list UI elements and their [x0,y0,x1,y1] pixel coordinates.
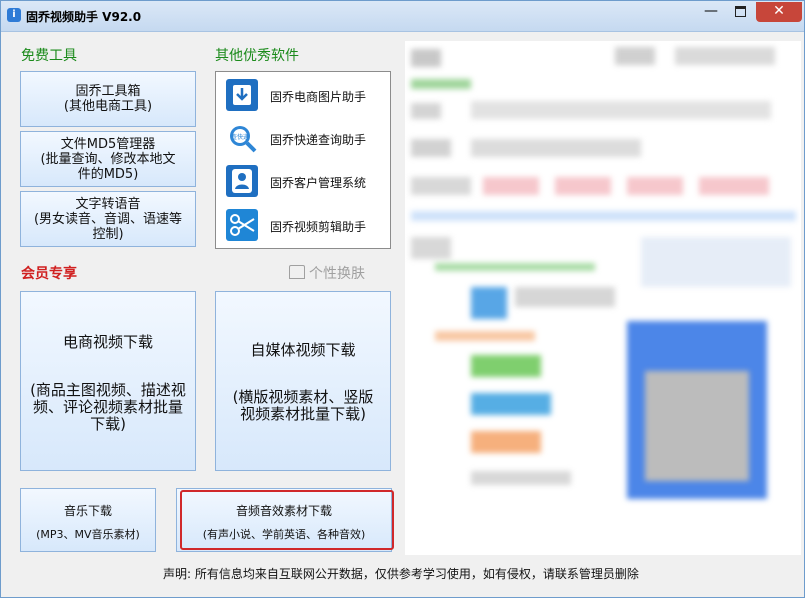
highlight-outline [180,490,394,550]
scissors-icon [226,209,258,241]
software-label: 固乔客户管理系统 [270,176,367,190]
music-download-button[interactable]: 音乐下载 (MP3、MV音乐素材) [20,488,156,552]
toolbox-title: 固乔工具箱 [75,84,141,99]
other-software-heading: 其他优秀软件 [215,48,299,64]
window-title: 固乔视频助手 V92.0 [26,10,142,24]
music-desc: (MP3、MV音乐素材) [36,528,140,541]
ad-panel[interactable] [405,41,801,555]
toolbox-desc: (其他电商工具) [63,99,153,114]
svg-text:查快递: 查快递 [231,133,249,141]
software-item-express-helper[interactable]: 查快递 固乔快递查询助手 [226,122,386,156]
media-title: 自媒体视频下载 [250,341,356,359]
toolbox-button[interactable]: 固乔工具箱 (其他电商工具) [20,71,196,127]
maximize-button[interactable] [725,2,755,22]
maximize-icon [734,6,746,17]
md5-desc: (批量查询、修改本地文件的MD5) [40,151,176,182]
software-label: 固乔电商图片助手 [270,90,367,104]
shirt-icon [289,265,305,279]
software-label: 固乔快递查询助手 [270,133,367,147]
search-express-icon: 查快递 [226,122,258,154]
ecommerce-title: 电商视频下载 [62,333,153,351]
download-icon [226,79,258,111]
media-desc: (横版视频素材、竖版视频素材批量下载) [232,388,374,423]
ecommerce-video-download-button[interactable]: 电商视频下载 (商品主图视频、描述视频、评论视频素材批量下载) [20,291,196,471]
app-window: i 固乔视频助手 V92.0 — ✕ 免费工具 固乔工具箱 (其他电商工具) 文… [0,0,805,598]
md5-title: 文件MD5管理器 [60,136,156,152]
disclaimer-text: 声明: 所有信息均来自互联网公开数据，仅供参考学习使用，如有侵权，请联系管理员删… [163,567,639,581]
tts-desc: (男女读音、音调、语速等控制) [33,211,183,242]
media-video-download-button[interactable]: 自媒体视频下载 (横版视频素材、竖版视频素材批量下载) [215,291,391,471]
free-tools-heading: 免费工具 [21,48,77,64]
software-label: 固乔视频剪辑助手 [270,220,367,234]
customer-icon [226,165,258,197]
software-item-image-helper[interactable]: 固乔电商图片助手 [226,79,386,113]
minimize-button[interactable]: — [698,2,724,22]
text-to-speech-button[interactable]: 文字转语音 (男女读音、音调、语速等控制) [20,191,196,247]
software-list: 固乔电商图片助手 查快递 固乔快递查询助手 固乔客户管理系统 固乔视频剪辑助手 [215,71,391,249]
tts-title: 文字转语音 [75,196,141,212]
ecommerce-desc: (商品主图视频、描述视频、评论视频素材批量下载) [30,381,186,433]
skin-label: 个性换肤 [309,266,365,282]
md5-manager-button[interactable]: 文件MD5管理器 (批量查询、修改本地文件的MD5) [20,131,196,187]
member-heading: 会员专享 [21,266,77,282]
software-item-customer-system[interactable]: 固乔客户管理系统 [226,165,386,199]
skin-button[interactable]: 个性换肤 [289,263,365,283]
music-title: 音乐下载 [63,504,112,518]
app-icon: i [7,8,21,22]
software-item-video-editor[interactable]: 固乔视频剪辑助手 [226,209,386,243]
close-button[interactable]: ✕ [756,2,802,22]
title-bar[interactable]: i 固乔视频助手 V92.0 — ✕ [1,1,804,32]
